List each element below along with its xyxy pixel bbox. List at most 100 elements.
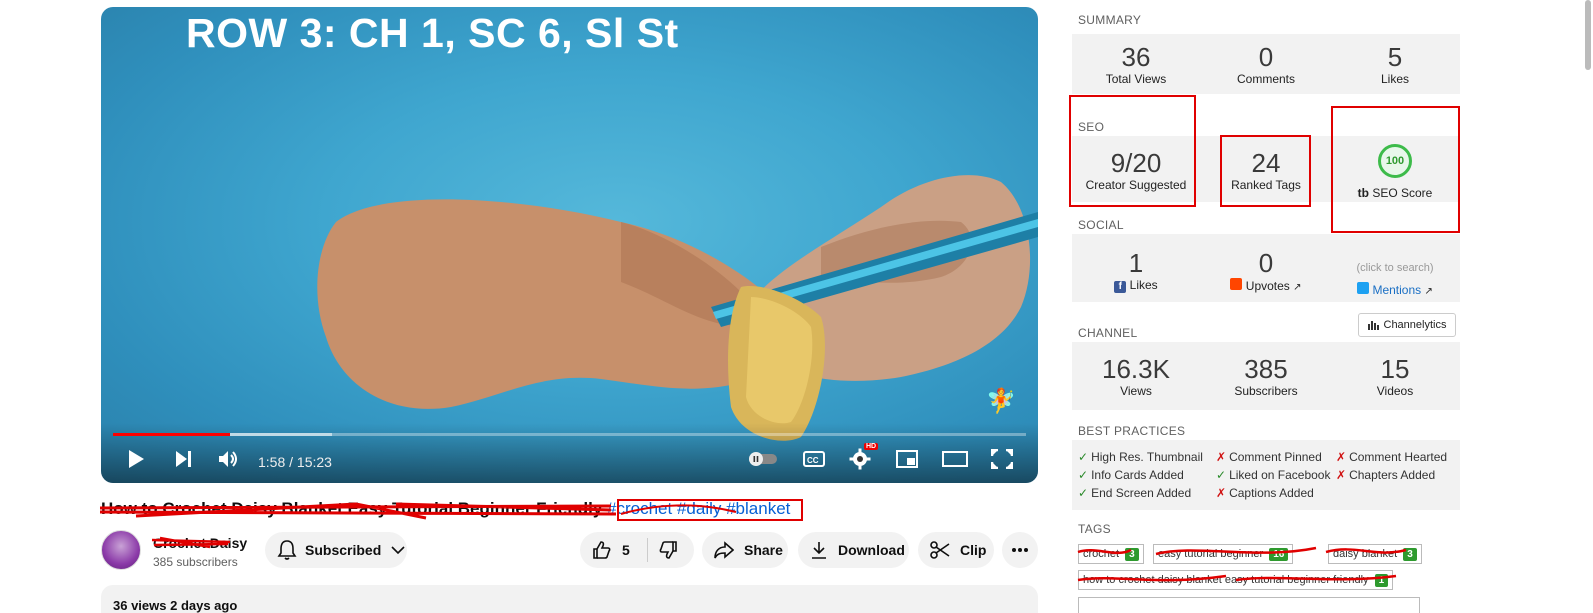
thumbs-up-icon bbox=[593, 541, 611, 559]
next-button[interactable] bbox=[171, 447, 197, 471]
tag-text: daisy blanket bbox=[1333, 548, 1398, 560]
subscribed-button[interactable]: Subscribed bbox=[265, 532, 407, 568]
miniplayer-button[interactable] bbox=[894, 447, 920, 471]
cross-icon: ✗ bbox=[1336, 450, 1347, 464]
summary-section-label: SUMMARY bbox=[1078, 13, 1142, 27]
play-button[interactable] bbox=[123, 447, 149, 471]
scissors-icon bbox=[930, 541, 950, 559]
gear-icon bbox=[849, 448, 871, 470]
facebook-icon: f bbox=[1114, 281, 1127, 293]
more-actions-button[interactable] bbox=[1002, 532, 1038, 568]
progress-bar[interactable] bbox=[113, 433, 1026, 436]
social-facebook-caption: f Likes bbox=[1071, 278, 1201, 293]
channelytics-label: Channelytics bbox=[1383, 319, 1447, 331]
summary-comments-value: 0 bbox=[1258, 42, 1274, 72]
best-practice-text: Liked on Facebook bbox=[1229, 468, 1331, 482]
best-practice-text: End Screen Added bbox=[1091, 486, 1192, 500]
download-button[interactable]: Download bbox=[798, 532, 909, 568]
social-facebook-likes: 1 f Likes bbox=[1071, 248, 1201, 293]
check-icon: ✓ bbox=[1078, 468, 1089, 482]
scrollbar-thumb[interactable] bbox=[1585, 0, 1591, 70]
description-preview: 36 views 2 days ago bbox=[113, 598, 238, 613]
channel-avatar[interactable] bbox=[101, 530, 141, 570]
channel-subscribers-label: Subscribers bbox=[1234, 384, 1298, 398]
twitter-icon bbox=[1357, 282, 1370, 294]
channel-name[interactable]: Crochet Daisy bbox=[153, 535, 247, 551]
settings-button[interactable]: HD bbox=[846, 443, 879, 471]
theater-mode-button[interactable] bbox=[941, 447, 969, 471]
best-practice-text: Chapters Added bbox=[1349, 468, 1436, 482]
channelytics-button[interactable]: Channelytics bbox=[1358, 313, 1456, 337]
social-mentions[interactable]: (click to search) Mentions ↗ bbox=[1330, 262, 1460, 299]
bar-chart-icon bbox=[1367, 321, 1379, 330]
tag-chip[interactable]: how to crochet daisy blanket easy tutori… bbox=[1078, 570, 1394, 590]
like-button[interactable]: 5 bbox=[580, 538, 648, 562]
volume-button[interactable] bbox=[215, 447, 243, 471]
best-practice-item: ✗ Chapters Added bbox=[1336, 468, 1435, 482]
bell-icon bbox=[277, 540, 297, 560]
tags-section-label: TAGS bbox=[1078, 522, 1111, 536]
tag-chip[interactable]: easy tutorial beginner 16 bbox=[1153, 544, 1294, 564]
tag-count: 3 bbox=[1125, 547, 1139, 561]
clip-button[interactable]: Clip bbox=[918, 532, 994, 568]
download-icon bbox=[812, 542, 826, 559]
fairy-watermark-icon: 🧚 bbox=[986, 388, 1016, 415]
miniplayer-icon bbox=[896, 450, 918, 468]
summary-total-views: 36 Total Views bbox=[1071, 42, 1201, 86]
cross-icon: ✗ bbox=[1336, 468, 1347, 482]
video-frame-hands bbox=[317, 175, 1038, 441]
social-reddit-upvotes[interactable]: 0 Upvotes ↗ bbox=[1201, 248, 1331, 295]
page-scrollbar[interactable] bbox=[1582, 0, 1593, 613]
cross-icon: ✗ bbox=[1216, 450, 1227, 464]
progress-buffer bbox=[229, 433, 333, 436]
tag-chip[interactable] bbox=[1078, 597, 1420, 613]
subscribed-label: Subscribed bbox=[305, 542, 382, 558]
download-label: Download bbox=[838, 542, 905, 558]
best-practice-item: ✗ Comment Hearted bbox=[1336, 450, 1447, 464]
description-box[interactable]: 36 views 2 days ago bbox=[101, 585, 1038, 613]
best-practice-item: ✓ End Screen Added bbox=[1078, 486, 1191, 500]
more-horizontal-icon bbox=[1012, 548, 1028, 552]
channel-views-label: Views bbox=[1120, 384, 1152, 398]
social-facebook-likes-label: Likes bbox=[1129, 278, 1158, 292]
highlight-box-creator-suggested bbox=[1069, 95, 1196, 207]
fullscreen-button[interactable] bbox=[989, 447, 1015, 471]
summary-likes-value: 5 bbox=[1387, 42, 1403, 72]
social-reddit-caption: Upvotes ↗ bbox=[1201, 278, 1331, 295]
play-icon bbox=[129, 450, 144, 468]
video-title[interactable]: How to Crochet Daisy Blanket Easy Tutori… bbox=[101, 499, 790, 519]
best-practice-text: High Res. Thumbnail bbox=[1091, 450, 1203, 464]
autoplay-toggle[interactable] bbox=[747, 447, 779, 471]
channel-views-value: 16.3K bbox=[1102, 354, 1170, 384]
channel-views: 16.3K Views bbox=[1071, 354, 1201, 398]
best-practice-item: ✓ Liked on Facebook bbox=[1216, 468, 1330, 482]
external-link-icon: ↗ bbox=[1424, 286, 1433, 297]
best-practice-text: Info Cards Added bbox=[1091, 468, 1184, 482]
captions-button[interactable]: CC bbox=[801, 447, 827, 471]
share-button[interactable]: Share bbox=[702, 532, 788, 568]
channel-videos-label: Videos bbox=[1376, 384, 1414, 398]
tag-chip[interactable]: crochet 3 bbox=[1078, 544, 1144, 564]
social-reddit-upvotes-label: Upvotes bbox=[1245, 279, 1290, 293]
video-hashtags[interactable]: #crochet #daily #blanket bbox=[607, 499, 790, 518]
share-label: Share bbox=[744, 542, 783, 558]
share-icon bbox=[714, 541, 734, 559]
best-practice-item: ✗ Captions Added bbox=[1216, 486, 1314, 500]
svg-text:CC: CC bbox=[807, 456, 819, 465]
hd-badge: HD bbox=[864, 443, 879, 450]
video-player[interactable]: ROW 3: CH 1, SC 6, Sl St 🧚 1:58 / 15:23 … bbox=[101, 7, 1038, 483]
summary-likes-label: Likes bbox=[1380, 72, 1409, 86]
tag-chip[interactable]: daisy blanket 3 bbox=[1328, 544, 1422, 564]
tag-count: 16 bbox=[1269, 547, 1289, 561]
summary-likes: 5 Likes bbox=[1330, 42, 1460, 86]
tag-text: crochet bbox=[1083, 548, 1120, 560]
next-icon bbox=[176, 451, 191, 467]
channel-subscriber-count: 385 subscribers bbox=[153, 555, 238, 569]
channel-box: 16.3K Views 385 Subscribers 15 Videos bbox=[1072, 342, 1460, 410]
cross-icon: ✗ bbox=[1216, 486, 1227, 500]
best-practices-section-label: BEST PRACTICES bbox=[1078, 424, 1186, 438]
highlight-box-seo-score bbox=[1331, 106, 1460, 233]
mentions-link[interactable]: Mentions bbox=[1372, 283, 1421, 297]
channel-subscribers-value: 385 bbox=[1244, 354, 1288, 384]
dislike-button[interactable] bbox=[648, 540, 678, 560]
